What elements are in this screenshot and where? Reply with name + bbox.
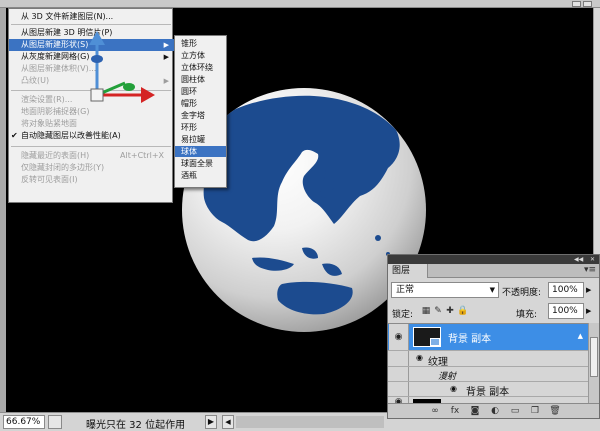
new-group-icon[interactable]: ▭ [508, 405, 522, 417]
submenu-item-cone[interactable]: 锥形 [175, 38, 226, 49]
delete-layer-icon[interactable]: 🗑 [548, 405, 562, 417]
submenu-item-sphere[interactable]: 球体 [175, 146, 226, 157]
lock-position-icon[interactable]: ✚ [445, 306, 455, 317]
visibility-eye-icon[interactable]: ◉ [389, 324, 409, 350]
layers-panel: ◀◀ ✕ 图层 ▾≡ 正常 ▼ 不透明度: 100% ▶ 锁定: ▦ ✎ ✚ 🔒 … [387, 254, 600, 419]
panel-menu-icon[interactable]: ▾≡ [584, 265, 596, 275]
layer-row-background[interactable]: ◉ [388, 396, 588, 403]
fill-slider-arrow-icon[interactable]: ▶ [586, 307, 591, 315]
menu-separator [11, 24, 171, 25]
layer-row-textures[interactable]: ◉ 纹理 [388, 350, 588, 368]
window-top-strip [0, 0, 600, 8]
layers-scrollbar[interactable] [588, 323, 599, 403]
zoom-menu-button[interactable] [48, 415, 62, 429]
expand-triangle-icon[interactable]: ▲ [578, 332, 583, 340]
menu-separator [11, 146, 171, 147]
menu-item-hide-enclosed-polygons[interactable]: 仅隐藏封闭的多边形(Y) [9, 162, 174, 174]
3d-menu: 从 3D 文件新建图层(N)... 从图层新建 3D 明信片(P) 从图层新建形… [8, 8, 174, 203]
lock-image-pixels-icon[interactable]: ✎ [433, 306, 443, 317]
close-icon[interactable]: ✕ [590, 256, 595, 263]
pacific-island [375, 235, 381, 241]
layer-thumbnail [413, 327, 441, 347]
fill-input[interactable]: 100% [548, 303, 584, 319]
lock-transparent-pixels-icon[interactable]: ▦ [421, 306, 431, 317]
opacity-input[interactable]: 100% [548, 282, 584, 298]
submenu-arrow-icon: ▶ [163, 53, 169, 61]
add-layer-style-icon[interactable]: fx [448, 405, 462, 417]
new-adjustment-layer-icon[interactable]: ◐ [488, 405, 502, 417]
menu-item-invert-visible-surfaces[interactable]: 反转可见表面(I) [9, 174, 174, 186]
opacity-label: 不透明度: [502, 288, 542, 298]
restore-button[interactable] [583, 1, 592, 7]
opacity-slider-arrow-icon[interactable]: ▶ [586, 286, 591, 294]
submenu-item-spherical-panorama[interactable]: 球面全景 [175, 158, 226, 169]
panel-tab-row: 图层 ▾≡ [388, 264, 599, 278]
asia-landmass [203, 95, 400, 242]
submenu-arrow-icon: ▶ [163, 41, 169, 49]
layers-bottom-toolbar: ∞ fx ◙ ◐ ▭ ❐ 🗑 [388, 403, 599, 418]
collapse-icon[interactable]: ◀◀ [574, 256, 583, 263]
add-mask-icon[interactable]: ◙ [468, 405, 482, 417]
menu-item-new-from-3d-file[interactable]: 从 3D 文件新建图层(N)... [9, 11, 174, 23]
texture-eye-icon[interactable]: ◉ [450, 384, 457, 393]
panel-titlebar[interactable]: ◀◀ ✕ [388, 255, 599, 264]
submenu-item-ring[interactable]: 环形 [175, 122, 226, 133]
horizontal-scrollbar[interactable] [236, 416, 384, 428]
minimize-button[interactable] [572, 1, 581, 7]
menu-item-hide-nearest-surface[interactable]: 隐藏最近的表面(H) Alt+Ctrl+X [9, 150, 174, 162]
new-shape-submenu: 锥形 立方体 立体环绕 圆柱体 圆环 帽形 金字塔 环形 易拉罐 球体 球面全景… [174, 35, 227, 188]
submenu-item-cylinder[interactable]: 圆柱体 [175, 74, 226, 85]
submenu-item-donut[interactable]: 圆环 [175, 86, 226, 97]
layer-row-selected[interactable]: ◉ 背景 副本 ▲ [388, 324, 588, 350]
zoom-level-field[interactable]: 66.67% [3, 415, 45, 429]
submenu-item-soda-can[interactable]: 易拉罐 [175, 134, 226, 145]
submenu-item-cube-wrap[interactable]: 立体环绕 [175, 62, 226, 73]
layers-list: ◉ 背景 副本 ▲ ◉ 纹理 漫射 ◉ 背景 副本 ◉ [388, 323, 588, 403]
submenu-item-pyramid[interactable]: 金字塔 [175, 110, 226, 121]
checkmark-icon: ✔ [11, 131, 18, 140]
fill-label: 填充: [516, 310, 538, 320]
status-info-text: 曝光只在 32 位起作用 [86, 420, 186, 431]
layer-name: 背景 副本 [448, 334, 492, 345]
3d-layer-badge-icon [430, 338, 440, 346]
submenu-arrow-icon: ▶ [163, 77, 169, 85]
scrollbar-thumb[interactable] [590, 337, 598, 377]
new-layer-icon[interactable]: ❐ [528, 405, 542, 417]
australia-landmass [277, 281, 353, 315]
visibility-eye-icon[interactable] [389, 367, 409, 382]
3d-axis-widget-icon[interactable] [79, 29, 159, 109]
texture-eye-icon[interactable]: ◉ [416, 353, 423, 362]
chevron-down-icon: ▼ [489, 286, 495, 294]
submenu-item-wine-bottle[interactable]: 酒瓶 [175, 170, 226, 181]
tab-layers[interactable]: 图层 [388, 264, 428, 278]
scroll-left-arrow-icon[interactable]: ◀ [222, 415, 234, 429]
submenu-item-cube[interactable]: 立方体 [175, 50, 226, 61]
visibility-eye-icon[interactable] [389, 351, 409, 367]
southeast-asia-islands [252, 247, 342, 276]
link-layers-icon[interactable]: ∞ [428, 405, 442, 417]
menu-item-auto-hide-layers[interactable]: ✔ 自动隐藏图层以改善性能(A) [9, 130, 174, 142]
status-arrow-icon[interactable]: ▶ [205, 415, 217, 429]
blend-mode-select[interactable]: 正常 ▼ [391, 282, 499, 298]
menu-item-snap-to-ground[interactable]: 将对象贴紧地面 [9, 118, 174, 130]
layer-row-diffuse[interactable]: 漫射 [388, 366, 588, 382]
submenu-item-hat[interactable]: 帽形 [175, 98, 226, 109]
lock-all-icon[interactable]: 🔒 [457, 306, 468, 317]
visibility-eye-icon[interactable] [389, 382, 409, 397]
layer-row-background-copy-texture[interactable]: ◉ 背景 副本 [388, 381, 588, 398]
lock-label: 锁定: [392, 310, 414, 320]
